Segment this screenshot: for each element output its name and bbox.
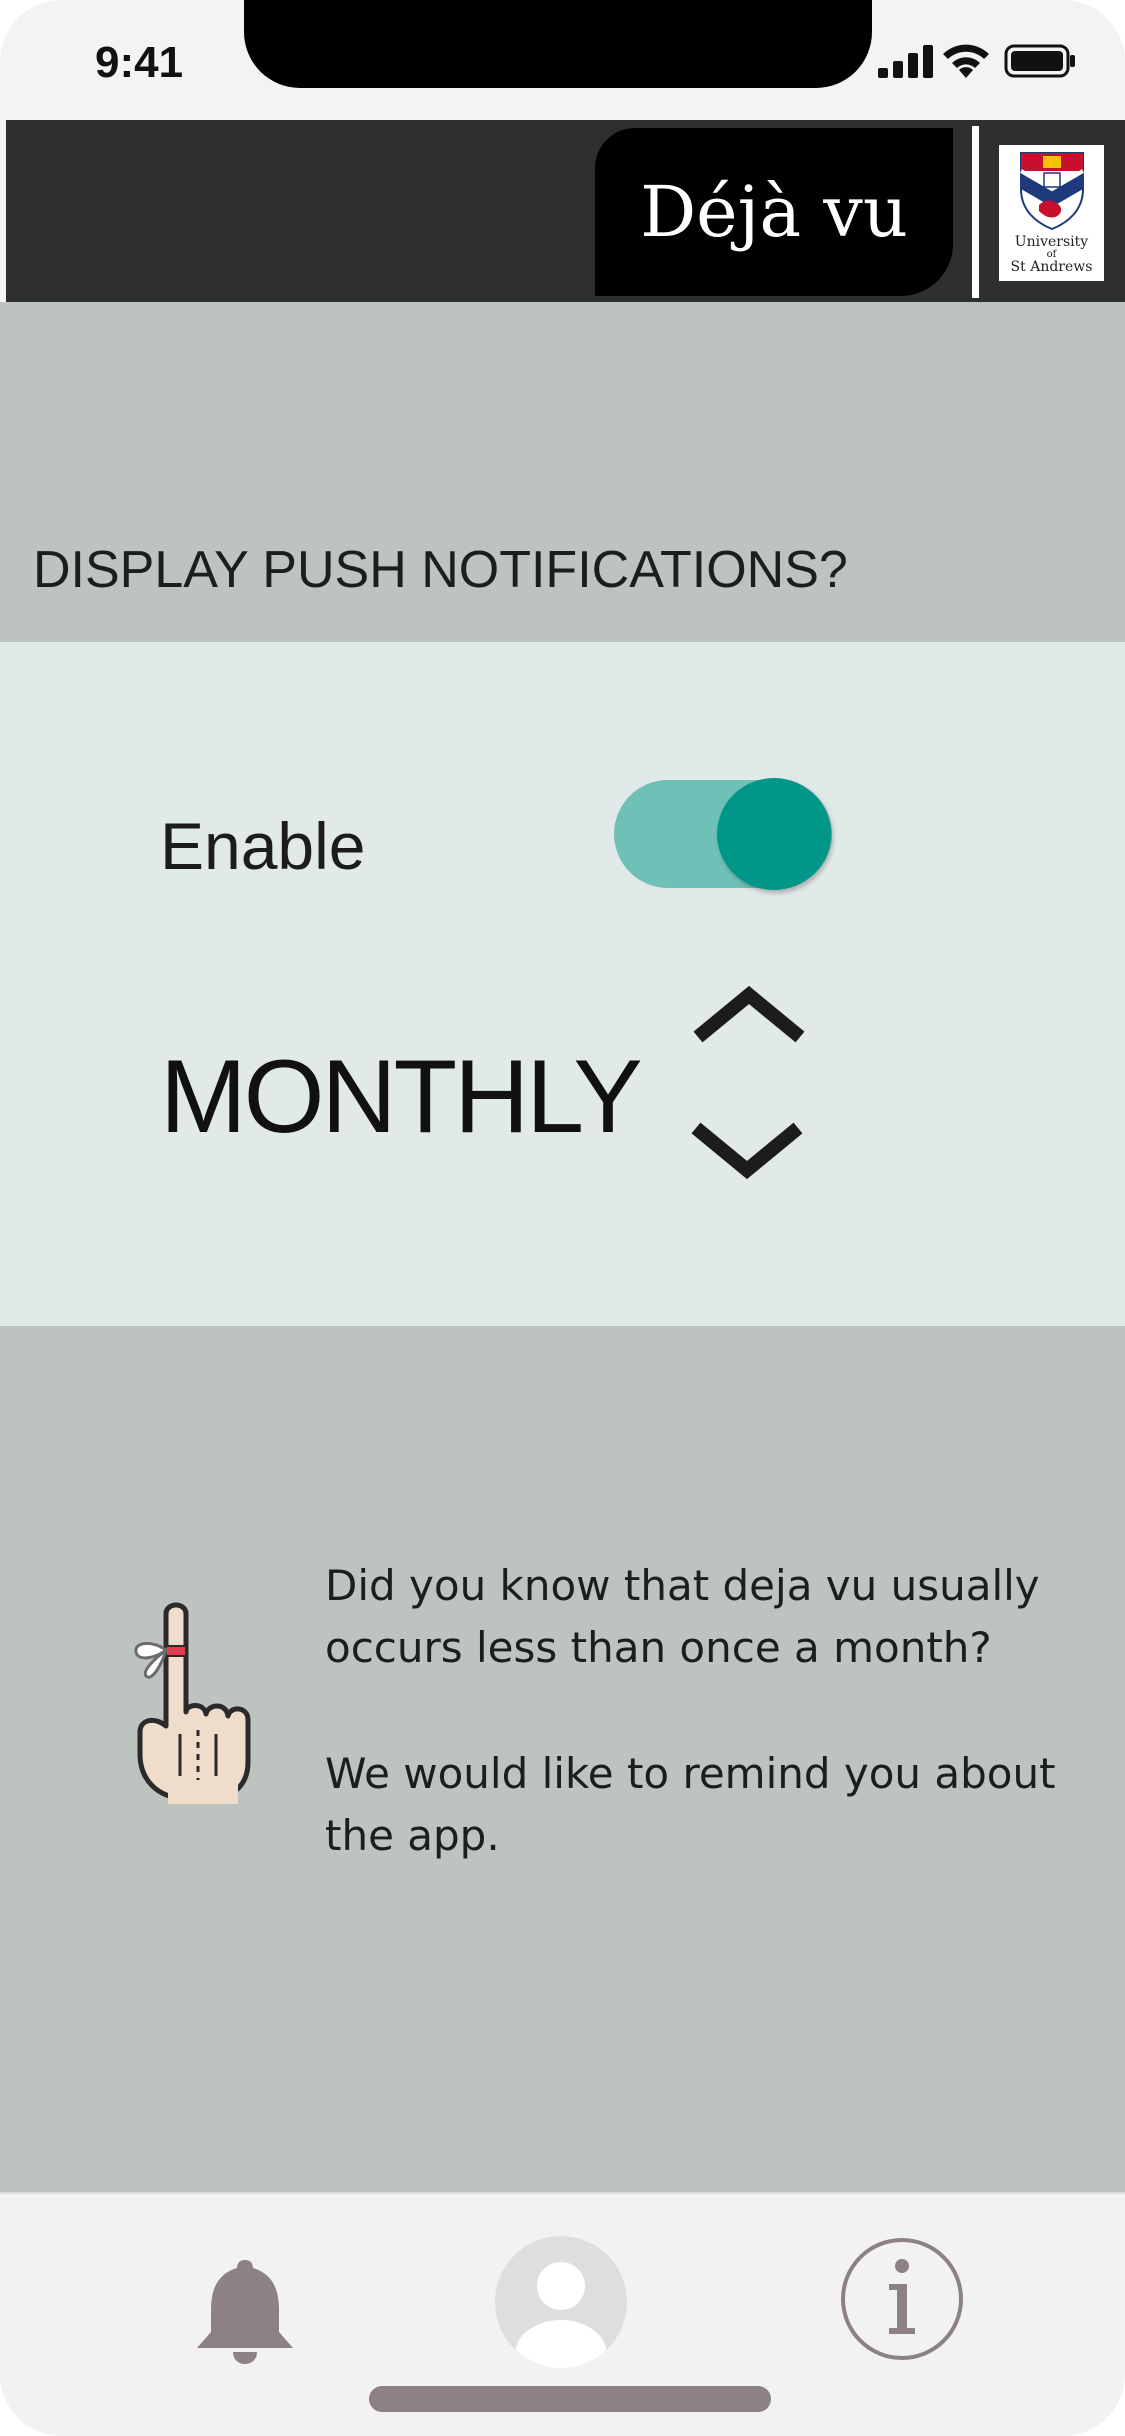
university-logo: University of St Andrews [999, 145, 1104, 281]
logo-line-3: St Andrews [1010, 259, 1093, 275]
chevron-up-icon[interactable] [690, 985, 808, 1045]
app-header [6, 120, 1125, 302]
chevron-down-icon[interactable] [688, 1120, 806, 1182]
shield-icon [1019, 152, 1085, 231]
info-text: Did you know that deja vu usually occurs… [325, 1555, 1065, 1867]
info-paragraph-2: We would like to remind you about the ap… [325, 1749, 1056, 1860]
info-paragraph-1: Did you know that deja vu usually occurs… [325, 1561, 1040, 1672]
wifi-icon [943, 44, 989, 78]
logo-text: University of St Andrews [999, 235, 1104, 275]
settings-section [0, 642, 1125, 1326]
finger-reminder-icon [134, 1602, 251, 1804]
enable-label: Enable [160, 809, 366, 883]
app-title: Déjà vu [640, 171, 908, 253]
frequency-value: MONTHLY [160, 1039, 643, 1155]
home-indicator[interactable] [369, 2386, 771, 2412]
toggle-knob [717, 778, 831, 890]
status-time: 9:41 [95, 38, 184, 87]
section-heading: DISPLAY PUSH NOTIFICATIONS? [33, 541, 848, 599]
bell-icon[interactable] [193, 2256, 297, 2366]
cellular-signal-icon [878, 45, 933, 78]
user-icon[interactable] [495, 2236, 627, 2368]
phone-screen: 9:41 Déjà vu University of St Andrews DI… [0, 0, 1125, 2436]
logo-line-1: University [1014, 234, 1089, 250]
enable-toggle[interactable] [614, 778, 834, 890]
battery-icon [1004, 44, 1075, 78]
device-notch [244, 0, 872, 88]
info-icon[interactable] [839, 2236, 965, 2362]
logo-divider [972, 126, 979, 298]
status-bar: 9:41 [0, 0, 1125, 118]
